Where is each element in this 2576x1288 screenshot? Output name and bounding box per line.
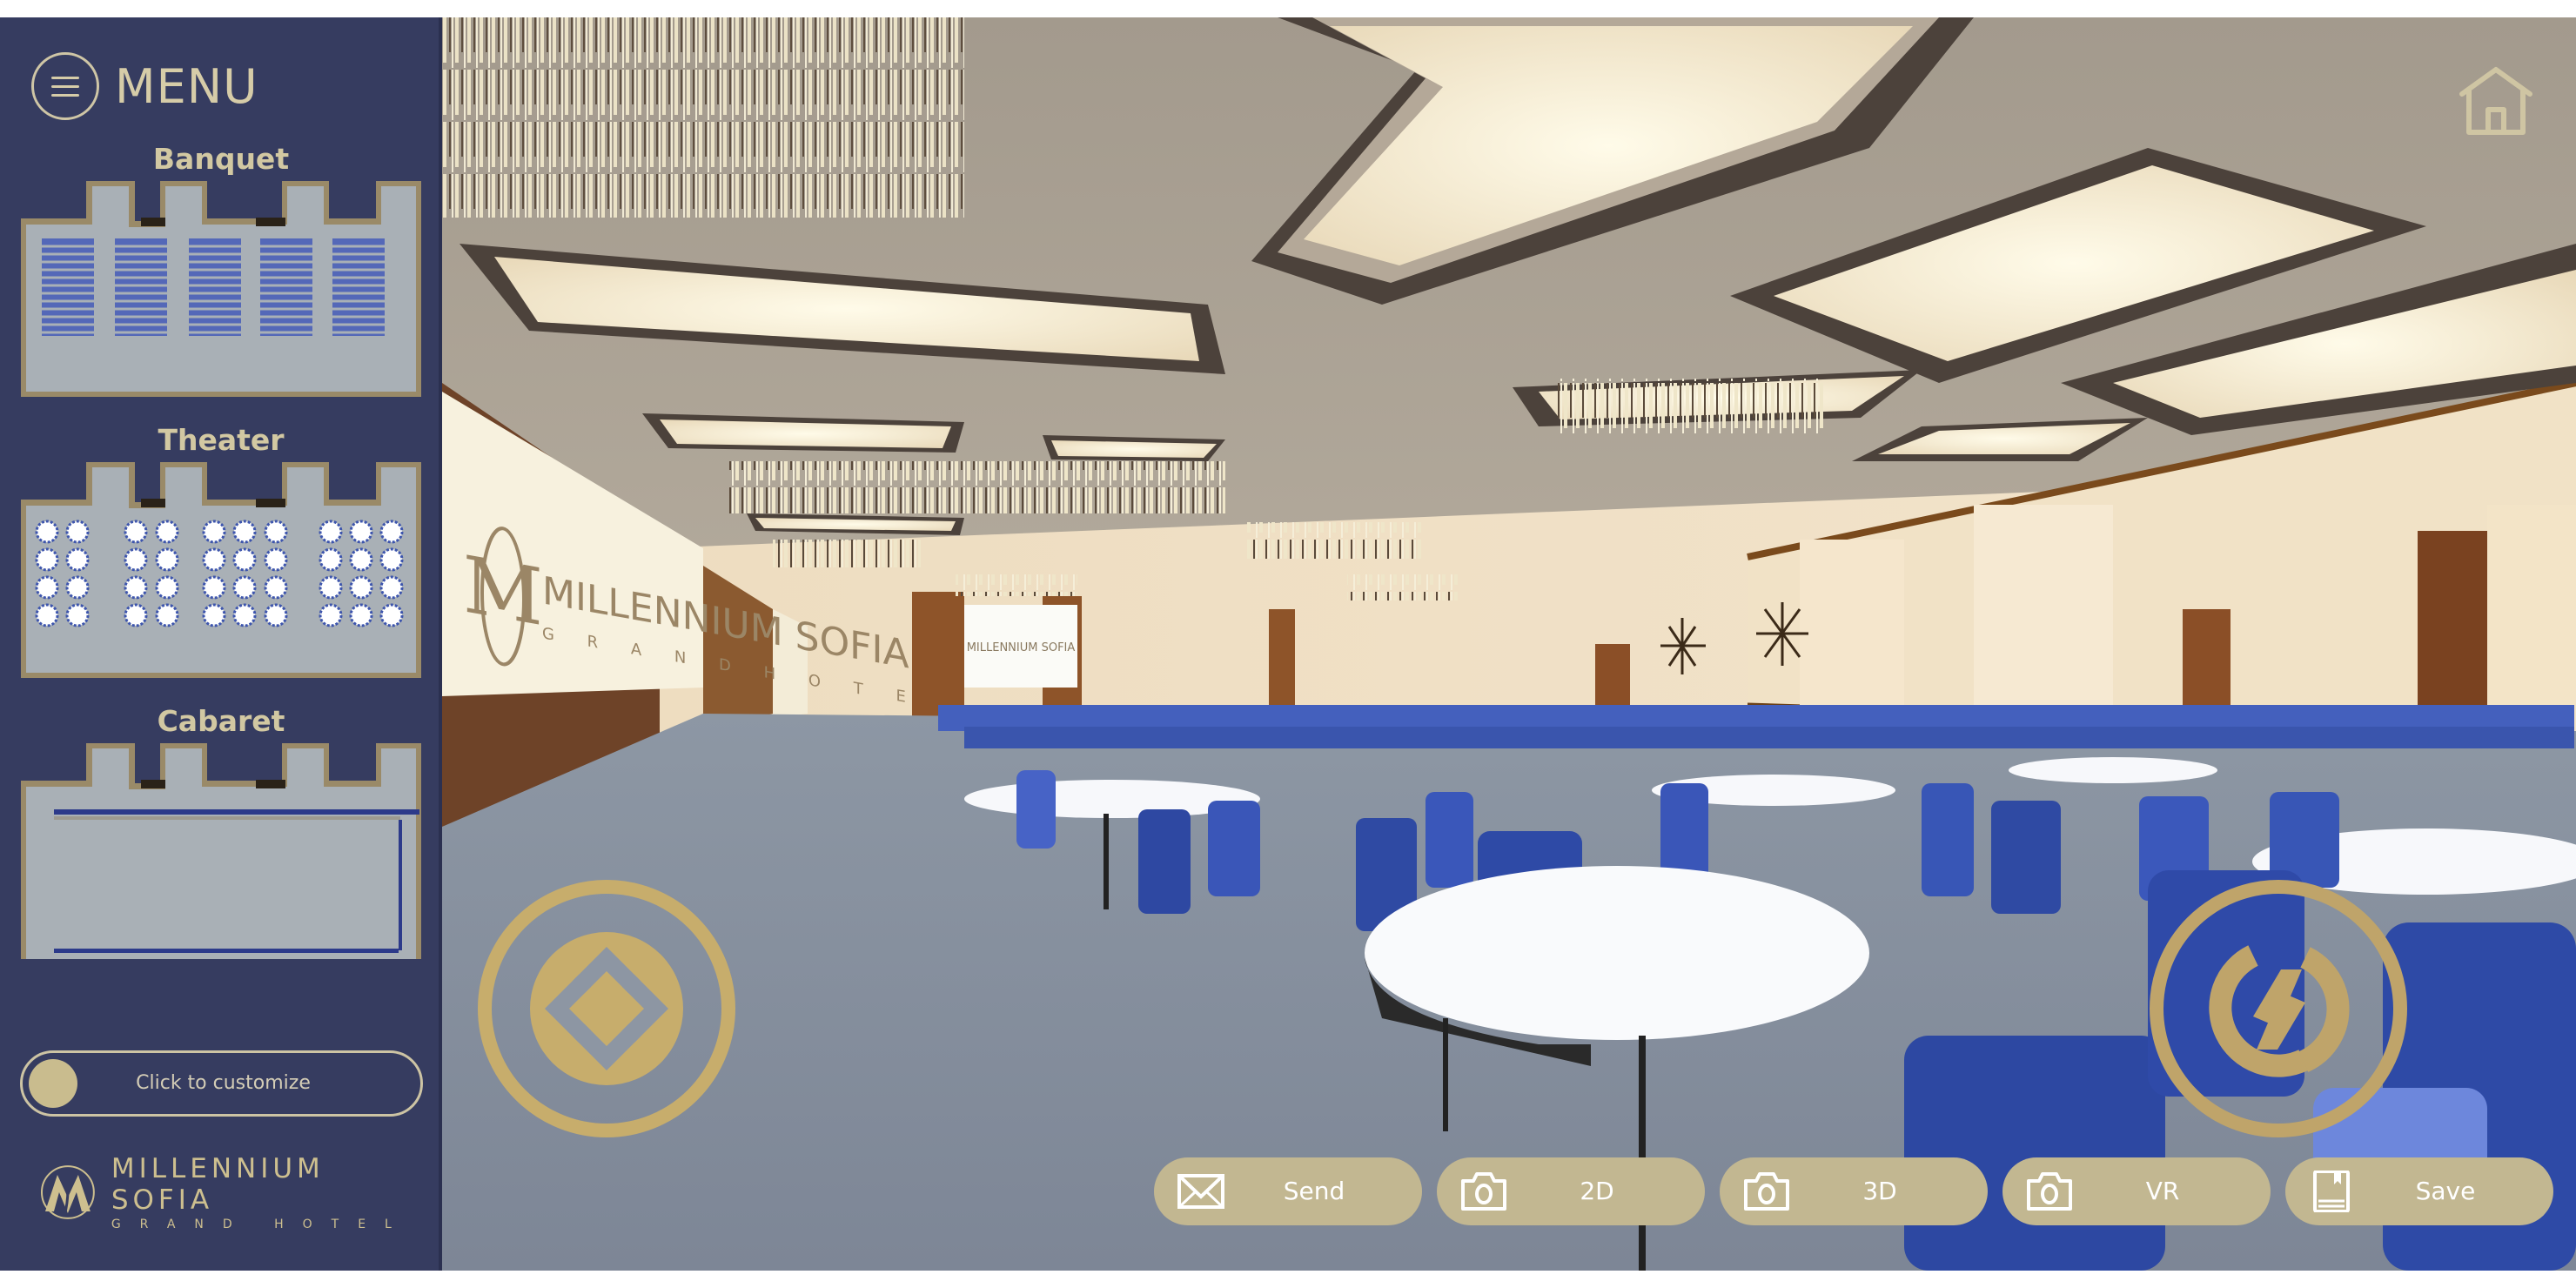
layout-title: Theater	[158, 423, 285, 457]
move-joystick-icon	[478, 880, 735, 1137]
banquet-floorplan-thumbnail[interactable]	[19, 179, 423, 399]
save-button[interactable]: Save	[2285, 1157, 2553, 1225]
book-save-icon	[2313, 1171, 2350, 1212]
menu-label: MENU	[115, 58, 258, 114]
save-label: Save	[2415, 1177, 2476, 1205]
camera-icon	[2027, 1172, 2072, 1211]
layout-option-cabaret[interactable]: Cabaret	[19, 701, 423, 961]
layout-title: Banquet	[152, 142, 290, 176]
send-label: Send	[1283, 1177, 1345, 1205]
chair-rows	[938, 705, 2574, 748]
customize-label: Click to customize	[136, 1072, 311, 1094]
home-button[interactable]	[2457, 63, 2535, 141]
3d-label: 3D	[1862, 1177, 1897, 1205]
app-window: M MILLENNIUM SOFIA G R A N D H O T E L M…	[0, 17, 2576, 1271]
svg-text:M: M	[463, 540, 543, 644]
2d-label: 2D	[1580, 1177, 1614, 1205]
brand-name: MILLENNIUM SOFIA	[111, 1153, 325, 1216]
layout-option-theater[interactable]: Theater	[19, 420, 423, 680]
rotate-control[interactable]	[2149, 879, 2408, 1138]
rotate-icon	[2150, 880, 2407, 1137]
layout-title: Cabaret	[157, 704, 285, 738]
bottom-toolbar: Send 2D 3D VR Save	[1154, 1157, 2553, 1227]
layout-option-banquet[interactable]: Banquet	[19, 139, 423, 399]
sidebar: MENU Banquet Theater Cabaret Click to cu…	[0, 17, 442, 1271]
menu-toggle[interactable]: MENU	[31, 52, 258, 120]
vr-label: VR	[2145, 1177, 2180, 1205]
home-icon	[2459, 67, 2532, 135]
brand-subtitle: GRAND HOTEL	[111, 1218, 411, 1231]
envelope-icon	[1177, 1174, 1224, 1209]
move-joystick[interactable]	[477, 879, 736, 1138]
send-button[interactable]: Send	[1154, 1157, 1422, 1225]
millennium-logo-icon	[40, 1165, 95, 1219]
hamburger-menu-icon[interactable]	[31, 52, 99, 120]
brand-logo: MILLENNIUM SOFIA GRAND HOTEL	[38, 1153, 439, 1231]
camera-icon	[1461, 1172, 1506, 1211]
customize-toggle[interactable]: Click to customize	[20, 1050, 423, 1117]
capture-2d-button[interactable]: 2D	[1437, 1157, 1705, 1225]
cabaret-floorplan-thumbnail[interactable]	[19, 741, 423, 961]
camera-icon	[1744, 1172, 1789, 1211]
capture-vr-button[interactable]: VR	[2002, 1157, 2271, 1225]
theater-floorplan-thumbnail[interactable]	[19, 460, 423, 680]
capture-3d-button[interactable]: 3D	[1720, 1157, 1988, 1225]
far-screen-text: MILLENNIUM SOFIA	[967, 641, 1076, 654]
